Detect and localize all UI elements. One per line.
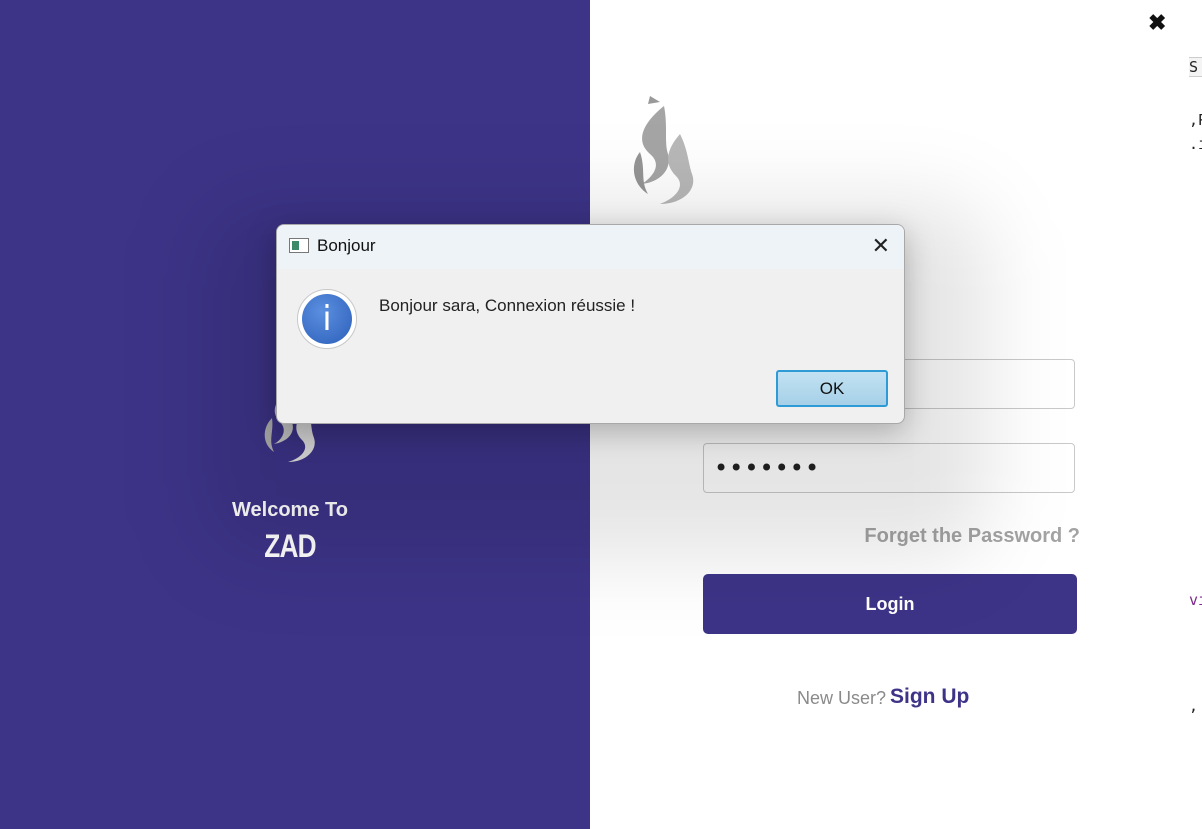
sign-up-link[interactable]: Sign Up: [890, 685, 969, 709]
edge-fragment: ,P: [1189, 111, 1202, 129]
info-icon: i: [297, 289, 357, 349]
dialog-title: Bonjour: [317, 236, 376, 255]
dialog-titlebar[interactable]: Bonjour ✕: [277, 225, 904, 269]
close-icon[interactable]: ✕: [872, 234, 890, 259]
message-dialog: Bonjour ✕ i Bonjour sara, Connexion réus…: [276, 224, 905, 424]
new-user-label: New User?: [797, 688, 887, 708]
login-button[interactable]: Login: [703, 574, 1077, 634]
info-glyph: i: [302, 294, 352, 344]
window-app-icon: [289, 238, 309, 253]
ok-button[interactable]: OK: [776, 370, 888, 407]
logo-flame-icon: [633, 96, 694, 204]
edge-fragment: vi: [1189, 591, 1202, 609]
dialog-message: Bonjour sara, Connexion réussie !: [379, 296, 636, 315]
edge-fragment: ,: [1189, 697, 1199, 715]
edge-fragment: .i: [1189, 135, 1202, 153]
close-icon[interactable]: ✖: [1148, 12, 1166, 34]
edge-fragment: S: [1189, 57, 1202, 77]
